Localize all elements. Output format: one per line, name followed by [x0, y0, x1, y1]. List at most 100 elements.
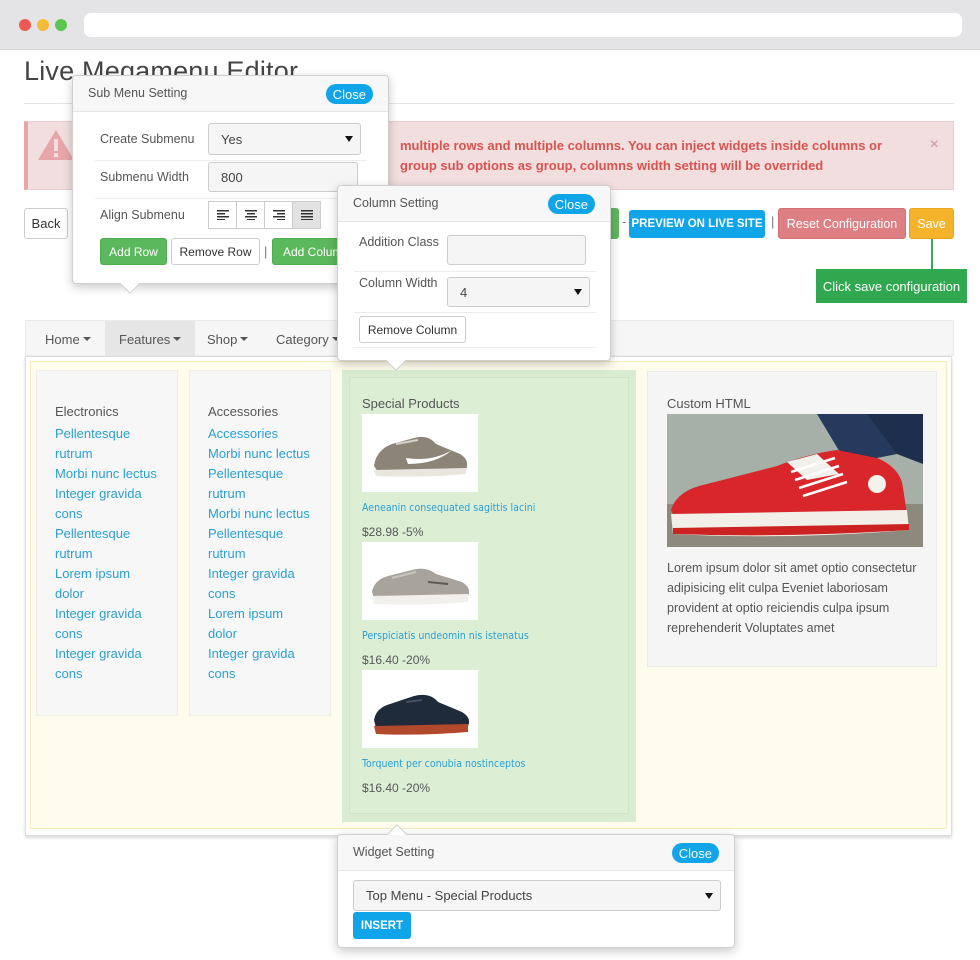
- column-link[interactable]: dolor: [55, 584, 175, 604]
- widget-select[interactable]: Top Menu - Special Products: [353, 880, 721, 911]
- product-name-link[interactable]: Torquent per conubia nostinceptos: [362, 758, 525, 770]
- column-link[interactable]: Pellentesque: [55, 424, 175, 444]
- column-link[interactable]: Lorem ipsum: [55, 564, 175, 584]
- product-price: $16.40 -20%: [362, 653, 431, 667]
- column-link[interactable]: Morbi nunc lectus: [208, 444, 328, 464]
- add-row-button[interactable]: Add Row: [100, 238, 167, 265]
- create-submenu-select[interactable]: Yes: [208, 123, 361, 155]
- menu-column-special-products[interactable]: Special Products Aeneanin consequated sa…: [342, 370, 636, 822]
- reset-configuration-button[interactable]: Reset Configuration: [778, 208, 906, 239]
- menu-column-electronics[interactable]: Electronics Pellentesque rutrum Morbi nu…: [36, 370, 178, 716]
- column-link[interactable]: rutrum: [55, 444, 175, 464]
- caret-down-icon: [82, 337, 91, 341]
- align-submenu-label: Align Submenu: [100, 208, 185, 222]
- align-center-icon[interactable]: [236, 201, 265, 229]
- toolbar-separator: |: [771, 214, 775, 229]
- column-link[interactable]: Pellentesque: [208, 524, 328, 544]
- form-row-divider: [95, 198, 367, 199]
- close-button[interactable]: Close: [325, 84, 373, 104]
- preview-live-site-button[interactable]: PREVIEW ON LIVE SITE: [629, 210, 765, 238]
- align-justify-icon[interactable]: [292, 201, 321, 229]
- nav-label: Category: [276, 331, 329, 347]
- select-caret-icon: [574, 289, 582, 295]
- save-callout-line: [931, 239, 933, 269]
- nav-label: Home: [45, 331, 80, 347]
- column-title: Accessories: [208, 404, 279, 419]
- select-value: Yes: [221, 131, 243, 147]
- close-button[interactable]: Close: [671, 843, 719, 863]
- window-close-dot[interactable]: [19, 19, 31, 31]
- special-products-widget[interactable]: Special Products Aeneanin consequated sa…: [349, 377, 629, 814]
- column-link[interactable]: cons: [208, 664, 328, 684]
- save-callout: Click save configuration: [816, 269, 967, 303]
- align-left-icon[interactable]: [208, 201, 237, 229]
- column-link[interactable]: Pellentesque: [55, 524, 175, 544]
- nav-item-features[interactable]: Features: [105, 321, 196, 357]
- caret-down-icon: [240, 337, 249, 341]
- column-width-select[interactable]: 4: [447, 277, 590, 307]
- column-link[interactable]: rutrum: [208, 544, 328, 564]
- insert-widget-button[interactable]: INSERT: [353, 912, 411, 939]
- column-link[interactable]: dolor: [208, 624, 328, 644]
- caret-down-icon: [173, 337, 182, 341]
- address-bar[interactable]: [84, 13, 962, 37]
- column-link[interactable]: Integer gravida: [208, 644, 328, 664]
- alert-close-icon[interactable]: ×: [930, 136, 939, 154]
- form-row-divider: [354, 271, 596, 272]
- remove-row-button[interactable]: Remove Row: [171, 238, 260, 265]
- product-image-sneaker-gray-2[interactable]: [362, 542, 478, 620]
- create-submenu-label: Create Submenu: [100, 132, 195, 146]
- toolbar-separator: -: [622, 214, 627, 229]
- column-link[interactable]: Integer gravida: [55, 484, 175, 504]
- column-link[interactable]: Morbi nunc lectus: [55, 464, 175, 484]
- column-link-list: Pellentesque rutrum Morbi nunc lectus In…: [55, 424, 175, 684]
- addition-class-input[interactable]: [447, 235, 586, 265]
- column-link[interactable]: cons: [208, 584, 328, 604]
- button-separator: |: [264, 244, 268, 259]
- column-link[interactable]: Accessories: [208, 424, 328, 444]
- select-caret-icon: [705, 892, 713, 899]
- product-name-link[interactable]: Aeneanin consequated sagittis lacini: [362, 502, 535, 514]
- column-title: Custom HTML: [667, 396, 751, 411]
- align-right-icon[interactable]: [264, 201, 293, 229]
- window-minimize-dot[interactable]: [37, 19, 49, 31]
- product-image-shoe-navy[interactable]: [362, 670, 478, 748]
- nav-item-home[interactable]: Home: [45, 321, 91, 357]
- product-image-sneaker-gray[interactable]: [362, 414, 478, 492]
- menu-column-accessories[interactable]: Accessories Accessories Morbi nunc lectu…: [189, 370, 331, 716]
- menu-column-custom-html[interactable]: Custom HTML Lorem ipsum dolor sit amet o…: [647, 371, 937, 667]
- column-link[interactable]: cons: [55, 624, 175, 644]
- custom-html-image-red-sneakers: [667, 414, 923, 547]
- submenu-width-input[interactable]: 800: [208, 162, 358, 192]
- column-link[interactable]: Integer gravida: [208, 564, 328, 584]
- column-link[interactable]: Lorem ipsum: [208, 604, 328, 624]
- input-value: 800: [221, 169, 243, 185]
- nav-item-category[interactable]: Category: [276, 321, 340, 357]
- column-link[interactable]: rutrum: [55, 544, 175, 564]
- product-price: $16.40 -20%: [362, 781, 431, 795]
- column-link[interactable]: rutrum: [208, 484, 328, 504]
- popover-header: Widget Setting Close: [338, 835, 734, 871]
- column-title: Electronics: [55, 404, 119, 419]
- popover-header: Column Setting Close: [338, 186, 610, 222]
- column-link[interactable]: Integer gravida: [55, 604, 175, 624]
- column-link[interactable]: cons: [55, 664, 175, 684]
- column-link[interactable]: Pellentesque: [208, 464, 328, 484]
- form-row-divider: [354, 347, 596, 348]
- window-maximize-dot[interactable]: [55, 19, 67, 31]
- remove-column-button[interactable]: Remove Column: [359, 316, 466, 343]
- column-link-list: Accessories Morbi nunc lectus Pellentesq…: [208, 424, 328, 684]
- product-name-link[interactable]: Perspiciatis undeomin nis istenatus: [362, 630, 529, 642]
- column-link[interactable]: cons: [55, 504, 175, 524]
- column-width-label: Column Width: [359, 276, 438, 290]
- nav-item-shop[interactable]: Shop: [207, 321, 249, 357]
- popover-title: Sub Menu Setting: [88, 86, 188, 100]
- back-button[interactable]: Back: [24, 208, 68, 239]
- save-button[interactable]: Save: [909, 208, 954, 239]
- product-price: $28.98 -5%: [362, 525, 424, 539]
- column-link[interactable]: Morbi nunc lectus: [208, 504, 328, 524]
- close-button[interactable]: Close: [547, 194, 595, 214]
- column-link[interactable]: Integer gravida: [55, 644, 175, 664]
- align-submenu-group: [208, 201, 321, 229]
- nav-label: Features: [119, 331, 171, 347]
